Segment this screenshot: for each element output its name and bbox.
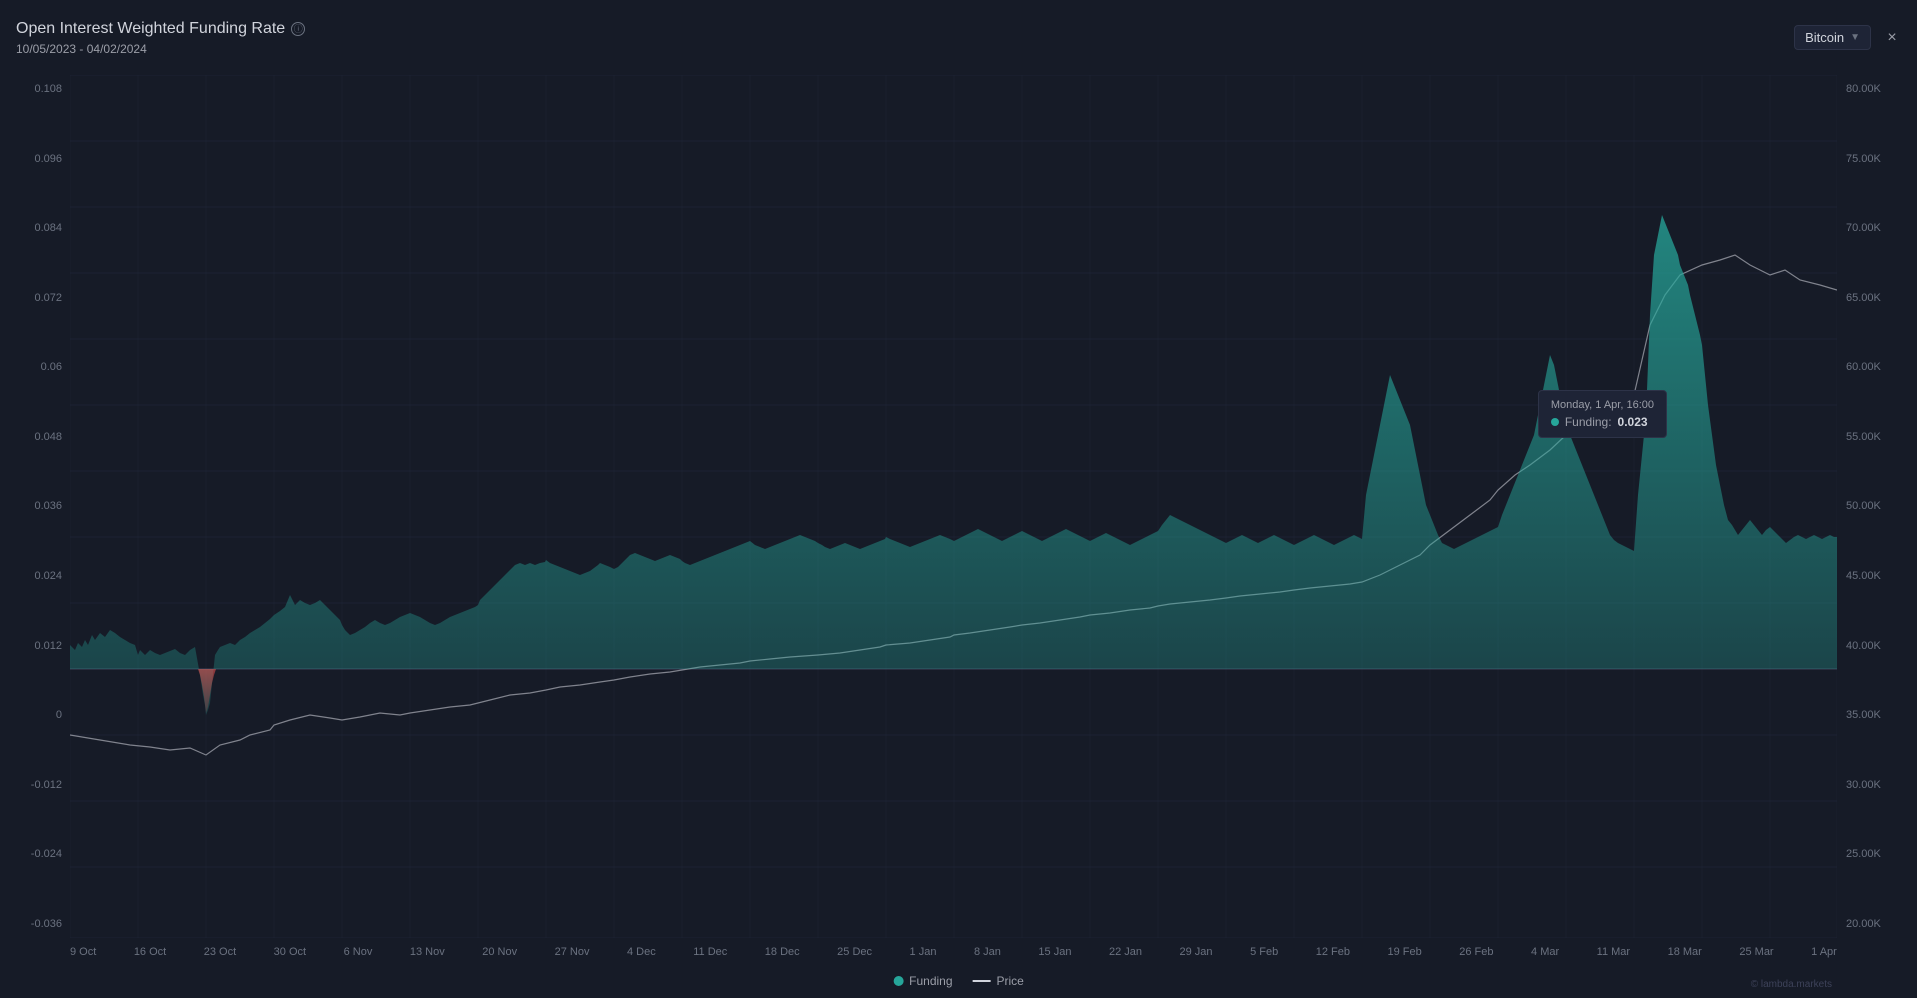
asset-name: Bitcoin <box>1805 30 1844 45</box>
y-label-5: 0.048 <box>0 431 62 443</box>
x-label-14: 15 Jan <box>1038 946 1071 958</box>
x-label-12: 1 Jan <box>910 946 937 958</box>
y-label-2: 0.084 <box>0 222 62 234</box>
x-label-9: 11 Dec <box>693 946 727 958</box>
x-label-15: 22 Jan <box>1109 946 1142 958</box>
x-label-0: 9 Oct <box>70 946 96 958</box>
legend-price: Price <box>973 974 1024 988</box>
y-right-label-7: 45.00K <box>1846 570 1909 582</box>
x-label-20: 26 Feb <box>1459 946 1493 958</box>
x-label-11: 25 Dec <box>837 946 872 958</box>
legend-funding-label: Funding <box>909 974 952 988</box>
x-label-13: 8 Jan <box>974 946 1001 958</box>
chart-legend: Funding Price <box>893 974 1024 988</box>
chart-header: Open Interest Weighted Funding Rate ⓘ 10… <box>0 0 1917 75</box>
y-label-12: -0.036 <box>0 918 62 930</box>
y-label-1: 0.096 <box>0 153 62 165</box>
header-left: Open Interest Weighted Funding Rate ⓘ 10… <box>16 20 305 56</box>
data-tooltip: Monday, 1 Apr, 16:00 Funding: 0.023 <box>1538 390 1667 438</box>
x-label-8: 4 Dec <box>627 946 656 958</box>
legend-price-line <box>973 980 991 982</box>
y-right-label-9: 35.00K <box>1846 709 1909 721</box>
x-label-19: 19 Feb <box>1387 946 1421 958</box>
y-right-label-4: 60.00K <box>1846 361 1909 373</box>
date-range: 10/05/2023 - 04/02/2024 <box>16 42 305 56</box>
chart-container: Open Interest Weighted Funding Rate ⓘ 10… <box>0 0 1917 998</box>
y-right-label-5: 55.00K <box>1846 431 1909 443</box>
y-right-label-0: 80.00K <box>1846 83 1909 95</box>
x-label-16: 29 Jan <box>1180 946 1213 958</box>
x-label-25: 1 Apr <box>1811 946 1837 958</box>
x-label-4: 6 Nov <box>344 946 373 958</box>
dropdown-chevron-icon: ▼ <box>1850 32 1860 43</box>
tooltip-funding-label: Funding: <box>1565 415 1612 429</box>
header-right: Bitcoin ▼ × <box>1794 25 1901 50</box>
x-label-21: 4 Mar <box>1531 946 1559 958</box>
x-label-3: 30 Oct <box>274 946 306 958</box>
y-label-9: 0 <box>0 709 62 721</box>
legend-price-label: Price <box>997 974 1024 988</box>
y-label-0: 0.108 <box>0 83 62 95</box>
info-icon[interactable]: ⓘ <box>291 22 305 36</box>
y-right-label-1: 75.00K <box>1846 153 1909 165</box>
y-axis-left: 0.108 0.096 0.084 0.072 0.06 0.048 0.036… <box>0 75 70 938</box>
y-right-label-8: 40.00K <box>1846 640 1909 652</box>
y-right-label-10: 30.00K <box>1846 779 1909 791</box>
y-right-label-11: 25.00K <box>1846 848 1909 860</box>
y-label-10: -0.012 <box>0 779 62 791</box>
x-label-23: 18 Mar <box>1668 946 1702 958</box>
legend-funding: Funding <box>893 974 952 988</box>
x-label-6: 20 Nov <box>482 946 517 958</box>
y-right-label-3: 65.00K <box>1846 292 1909 304</box>
y-label-7: 0.024 <box>0 570 62 582</box>
watermark: © lambda.markets <box>1751 979 1832 990</box>
tooltip-funding-value: 0.023 <box>1618 415 1648 429</box>
x-label-17: 5 Feb <box>1250 946 1278 958</box>
x-label-18: 12 Feb <box>1316 946 1350 958</box>
y-axis-right: 80.00K 75.00K 70.00K 65.00K 60.00K 55.00… <box>1842 75 1917 938</box>
y-right-label-6: 50.00K <box>1846 500 1909 512</box>
x-axis: 9 Oct 16 Oct 23 Oct 30 Oct 6 Nov 13 Nov … <box>70 938 1837 998</box>
x-label-10: 18 Dec <box>765 946 800 958</box>
y-label-3: 0.072 <box>0 292 62 304</box>
x-label-22: 11 Mar <box>1597 946 1630 958</box>
y-label-11: -0.024 <box>0 848 62 860</box>
tooltip-value-row: Funding: 0.023 <box>1551 415 1654 429</box>
y-right-label-2: 70.00K <box>1846 222 1909 234</box>
tooltip-funding-dot <box>1551 418 1559 426</box>
x-label-1: 16 Oct <box>134 946 166 958</box>
tooltip-date: Monday, 1 Apr, 16:00 <box>1551 399 1654 411</box>
y-label-8: 0.012 <box>0 640 62 652</box>
main-chart-svg <box>70 75 1837 938</box>
chart-title-text: Open Interest Weighted Funding Rate <box>16 20 285 38</box>
chart-title: Open Interest Weighted Funding Rate ⓘ <box>16 20 305 38</box>
asset-selector[interactable]: Bitcoin ▼ <box>1794 25 1871 50</box>
close-button[interactable]: × <box>1883 29 1901 47</box>
y-label-4: 0.06 <box>0 361 62 373</box>
y-label-6: 0.036 <box>0 500 62 512</box>
x-label-24: 25 Mar <box>1739 946 1773 958</box>
y-right-label-12: 20.00K <box>1846 918 1909 930</box>
x-label-5: 13 Nov <box>410 946 445 958</box>
legend-funding-dot <box>893 976 903 986</box>
x-label-7: 27 Nov <box>555 946 590 958</box>
x-label-2: 23 Oct <box>204 946 236 958</box>
